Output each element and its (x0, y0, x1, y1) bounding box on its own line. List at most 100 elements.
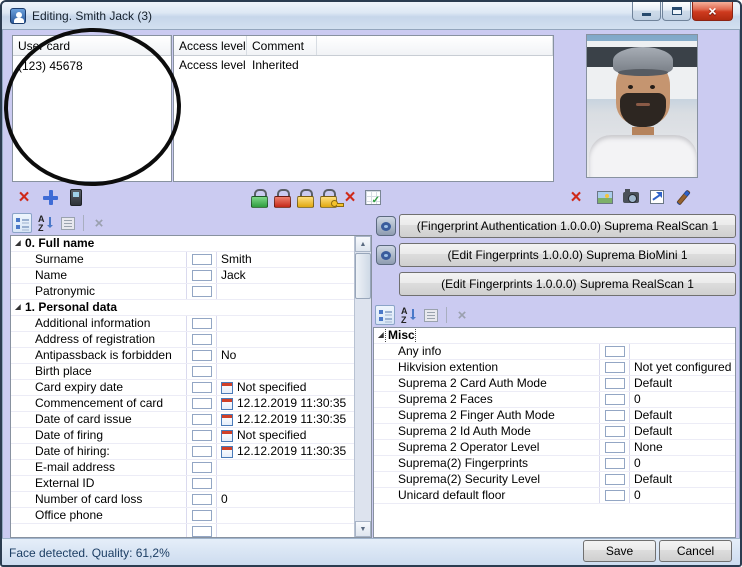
categorized-view-button[interactable] (375, 305, 395, 325)
flag-box[interactable] (605, 426, 625, 437)
edit-fingerprints-realscan-button[interactable]: (Edit Fingerprints 1.0.0.0) Suprema Real… (399, 272, 736, 296)
property-value[interactable] (217, 476, 354, 491)
property-row[interactable]: Date of firingNot specified (11, 428, 354, 444)
property-value[interactable] (217, 332, 354, 347)
property-row[interactable]: Number of card loss0 (11, 492, 354, 508)
property-value[interactable] (217, 508, 354, 523)
property-category-row[interactable]: ◢0. Full name (11, 236, 354, 252)
property-value[interactable]: Default (630, 472, 735, 487)
property-flag-cell[interactable] (600, 440, 630, 455)
access-level-row[interactable]: Access level 1 Inherited (174, 56, 553, 74)
flag-box[interactable] (605, 458, 625, 469)
property-row[interactable]: Suprema 2 Id Auth ModeDefault (374, 424, 735, 440)
lock-yellow-button[interactable] (293, 186, 315, 208)
property-value[interactable]: 0 (630, 392, 735, 407)
property-value[interactable]: Jack (217, 268, 354, 283)
property-flag-cell[interactable] (187, 380, 217, 395)
property-row[interactable]: Card expiry dateNot specified (11, 380, 354, 396)
property-flag-cell[interactable] (187, 316, 217, 331)
load-photo-button[interactable] (594, 186, 616, 208)
property-flag-cell[interactable] (600, 456, 630, 471)
delete-card-button[interactable]: × (13, 186, 35, 208)
vertical-scrollbar[interactable]: ▲ ▼ (354, 236, 371, 537)
flag-box[interactable] (192, 334, 212, 345)
clear-property-button[interactable]: × (89, 213, 109, 233)
flag-box[interactable] (192, 318, 212, 329)
lock-key-button[interactable] (316, 186, 338, 208)
property-row[interactable]: Unicard default floor0 (374, 488, 735, 504)
flag-box[interactable] (192, 462, 212, 473)
paint-photo-button[interactable] (672, 186, 694, 208)
flag-box[interactable] (192, 526, 212, 537)
titlebar[interactable]: Editing. Smith Jack (3) × (2, 2, 740, 30)
apply-access-levels-button[interactable] (362, 186, 384, 208)
property-row[interactable]: Additional information (11, 316, 354, 332)
property-flag-cell[interactable] (600, 472, 630, 487)
property-flag-cell[interactable] (600, 376, 630, 391)
property-value[interactable]: 12.12.2019 11:30:35 (217, 396, 354, 411)
property-flag-cell[interactable] (187, 428, 217, 443)
property-value[interactable]: 12.12.2019 11:30:35 (217, 412, 354, 427)
lock-green-button[interactable] (247, 186, 269, 208)
property-flag-cell[interactable] (187, 508, 217, 523)
flag-box[interactable] (192, 478, 212, 489)
flag-box[interactable] (192, 494, 212, 505)
flag-box[interactable] (605, 346, 625, 357)
property-flag-cell[interactable] (187, 412, 217, 427)
scroll-up-button[interactable]: ▲ (355, 236, 371, 252)
flag-box[interactable] (192, 446, 212, 457)
access-level-column-header[interactable]: Access level (174, 36, 247, 55)
property-flag-cell[interactable] (187, 284, 217, 299)
property-flag-cell[interactable] (600, 392, 630, 407)
property-flag-cell[interactable] (187, 524, 217, 537)
property-flag-cell[interactable] (187, 268, 217, 283)
property-value[interactable]: 0 (630, 488, 735, 503)
property-pages-button[interactable] (421, 305, 441, 325)
add-card-button[interactable] (39, 186, 61, 208)
flag-box[interactable] (192, 270, 212, 281)
property-value[interactable]: Default (630, 376, 735, 391)
flag-box[interactable] (192, 414, 212, 425)
property-row[interactable]: Antipassback is forbiddenNo (11, 348, 354, 364)
property-row[interactable]: Commencement of card12.12.2019 11:30:35 (11, 396, 354, 412)
scroll-down-button[interactable]: ▼ (355, 521, 371, 537)
property-value[interactable] (217, 316, 354, 331)
expand-collapse-icon[interactable]: ◢ (11, 300, 23, 315)
save-button[interactable]: Save (583, 540, 656, 562)
property-value[interactable]: Smith (217, 252, 354, 267)
property-flag-cell[interactable] (187, 396, 217, 411)
property-value[interactable]: Default (630, 424, 735, 439)
flag-box[interactable] (605, 490, 625, 501)
property-row[interactable]: Suprema 2 Faces0 (374, 392, 735, 408)
property-row[interactable]: Address of registration (11, 332, 354, 348)
property-value[interactable]: Default (630, 408, 735, 423)
resize-photo-button[interactable] (646, 186, 668, 208)
property-row[interactable]: External ID (11, 476, 354, 492)
property-flag-cell[interactable] (187, 252, 217, 267)
lock-red-button[interactable] (270, 186, 292, 208)
flag-box[interactable] (605, 394, 625, 405)
property-pages-button[interactable] (58, 213, 78, 233)
property-flag-cell[interactable] (187, 364, 217, 379)
property-value[interactable]: 0 (217, 492, 354, 507)
flag-box[interactable] (192, 382, 212, 393)
property-row[interactable]: SurnameSmith (11, 252, 354, 268)
minimize-button[interactable] (632, 2, 661, 21)
property-flag-cell[interactable] (187, 332, 217, 347)
property-flag-cell[interactable] (600, 344, 630, 359)
close-button[interactable]: × (692, 2, 733, 21)
property-row[interactable]: Birth place (11, 364, 354, 380)
property-row[interactable]: NameJack (11, 268, 354, 284)
flag-box[interactable] (605, 378, 625, 389)
property-row[interactable]: Suprema 2 Operator LevelNone (374, 440, 735, 456)
expand-collapse-icon[interactable]: ◢ (11, 236, 23, 251)
flag-box[interactable] (192, 366, 212, 377)
sort-alphabetical-button[interactable] (398, 305, 418, 325)
flag-box[interactable] (605, 474, 625, 485)
clear-property-button[interactable]: × (452, 305, 472, 325)
property-row[interactable]: E-mail address (11, 460, 354, 476)
property-flag-cell[interactable] (187, 492, 217, 507)
property-flag-cell[interactable] (187, 444, 217, 459)
property-row[interactable]: Suprema 2 Card Auth ModeDefault (374, 376, 735, 392)
property-row[interactable]: Patronymic (11, 284, 354, 300)
